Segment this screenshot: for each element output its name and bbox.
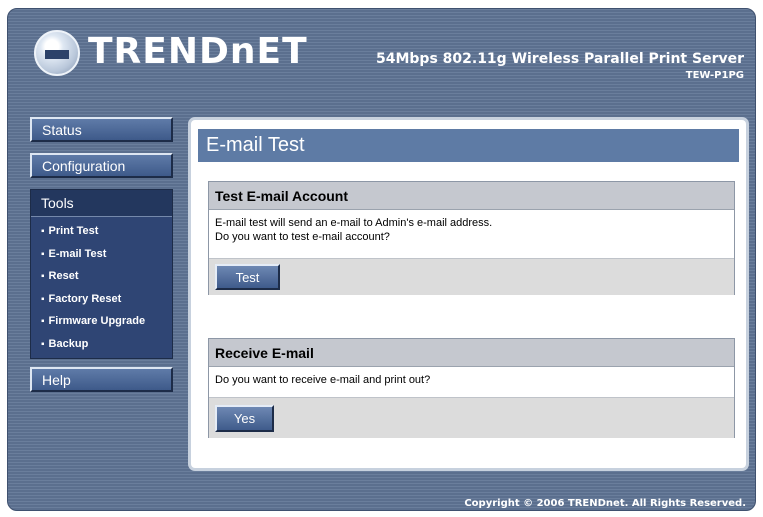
- description-line: Do you want to test e-mail account?: [215, 231, 390, 243]
- content-panel: E-mail Test Test E-mail Account E-mail t…: [188, 117, 749, 471]
- sidebar-item-configuration[interactable]: Configuration: [30, 153, 173, 178]
- section-actions: Yes: [209, 397, 734, 438]
- sidebar: Status Configuration Tools Print Test E-…: [30, 117, 173, 403]
- page-title: E-mail Test: [198, 129, 739, 162]
- sidebar-item-help[interactable]: Help: [30, 367, 173, 392]
- tools-item-backup[interactable]: Backup: [41, 338, 172, 361]
- sidebar-item-tools[interactable]: Tools: [31, 190, 172, 217]
- section-actions: Test: [209, 258, 734, 295]
- section-description: Do you want to receive e-mail and print …: [209, 367, 734, 387]
- copyright-text: Copyright © 2006 TRENDnet. All Rights Re…: [464, 498, 746, 509]
- section-heading: Receive E-mail: [209, 339, 734, 367]
- tools-menu: Tools Print Test E-mail Test Reset Facto…: [30, 189, 173, 359]
- tools-item-print-test[interactable]: Print Test: [41, 225, 172, 248]
- receive-email-section: Receive E-mail Do you want to receive e-…: [208, 338, 735, 438]
- sidebar-item-status[interactable]: Status: [30, 117, 173, 142]
- description-line: E-mail test will send an e-mail to Admin…: [215, 217, 493, 229]
- description-line: Do you want to receive e-mail and print …: [215, 374, 431, 386]
- test-email-account-section: Test E-mail Account E-mail test will sen…: [208, 181, 735, 295]
- model-number: TEW-P1PG: [685, 70, 744, 81]
- tools-item-firmware-upgrade[interactable]: Firmware Upgrade: [41, 315, 172, 338]
- tools-item-factory-reset[interactable]: Factory Reset: [41, 293, 172, 316]
- section-heading: Test E-mail Account: [209, 182, 734, 210]
- tools-item-email-test[interactable]: E-mail Test: [41, 248, 172, 271]
- test-button[interactable]: Test: [215, 264, 280, 290]
- tools-item-reset[interactable]: Reset: [41, 270, 172, 293]
- header: TRENDnET 54Mbps 802.11g Wireless Paralle…: [8, 9, 755, 101]
- tools-list: Print Test E-mail Test Reset Factory Res…: [31, 217, 172, 360]
- app-frame: TRENDnET 54Mbps 802.11g Wireless Paralle…: [7, 8, 756, 511]
- trendnet-logo-icon: [34, 30, 80, 76]
- section-description: E-mail test will send an e-mail to Admin…: [209, 210, 734, 244]
- yes-button[interactable]: Yes: [215, 405, 274, 432]
- product-title: 54Mbps 802.11g Wireless Parallel Print S…: [375, 51, 744, 67]
- logo-text: TRENDnET: [88, 31, 308, 72]
